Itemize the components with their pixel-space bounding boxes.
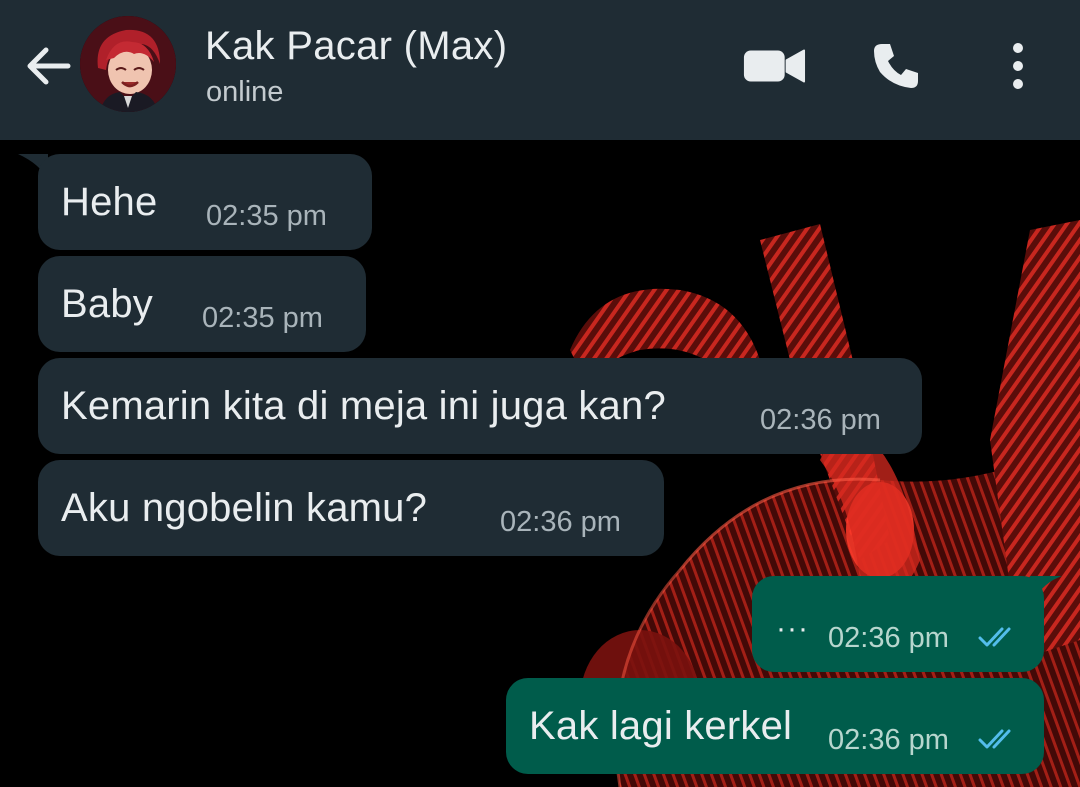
message-text: Baby <box>61 282 153 326</box>
message-text: Hehe <box>61 180 158 224</box>
double-check-read-icon <box>978 729 1011 749</box>
message-bubble-incoming[interactable]: Baby 02:35 pm <box>38 256 366 352</box>
contact-avatar-image <box>80 16 176 112</box>
double-check-read-icon <box>978 627 1011 647</box>
avatar[interactable] <box>80 16 176 112</box>
message-bubble-outgoing[interactable]: ··· 02:36 pm <box>752 576 1044 672</box>
phone-call-icon <box>874 44 918 88</box>
message-bubble-incoming[interactable]: Aku ngobelin kamu? 02:36 pm <box>38 460 664 556</box>
message-text: ··· <box>776 612 809 645</box>
arrow-back-icon <box>27 47 71 85</box>
contact-name[interactable]: Kak Pacar (Max) <box>205 24 507 69</box>
message-time: 02:36 pm <box>760 404 881 436</box>
message-time: 02:36 pm <box>500 506 621 538</box>
more-vert-icon <box>1013 43 1023 89</box>
more-options-button[interactable] <box>988 36 1048 96</box>
video-call-button[interactable] <box>742 36 806 96</box>
chat-header: Kak Pacar (Max) online <box>0 0 1080 140</box>
message-bubble-outgoing[interactable]: Kak lagi kerkel 02:36 pm <box>506 678 1044 774</box>
back-button[interactable] <box>20 38 76 94</box>
contact-status: online <box>206 76 284 108</box>
message-text: Kak lagi kerkel <box>529 704 793 748</box>
message-time: 02:36 pm <box>828 622 949 654</box>
voice-call-button[interactable] <box>864 36 928 96</box>
message-time: 02:35 pm <box>206 200 327 232</box>
message-bubble-incoming[interactable]: Hehe 02:35 pm <box>38 154 372 250</box>
message-time: 02:35 pm <box>202 302 323 334</box>
message-bubble-incoming[interactable]: Kemarin kita di meja ini juga kan? 02:36… <box>38 358 922 454</box>
message-time: 02:36 pm <box>828 724 949 756</box>
message-text: Aku ngobelin kamu? <box>61 486 428 530</box>
video-call-icon <box>743 49 806 83</box>
message-text: Kemarin kita di meja ini juga kan? <box>61 384 666 428</box>
